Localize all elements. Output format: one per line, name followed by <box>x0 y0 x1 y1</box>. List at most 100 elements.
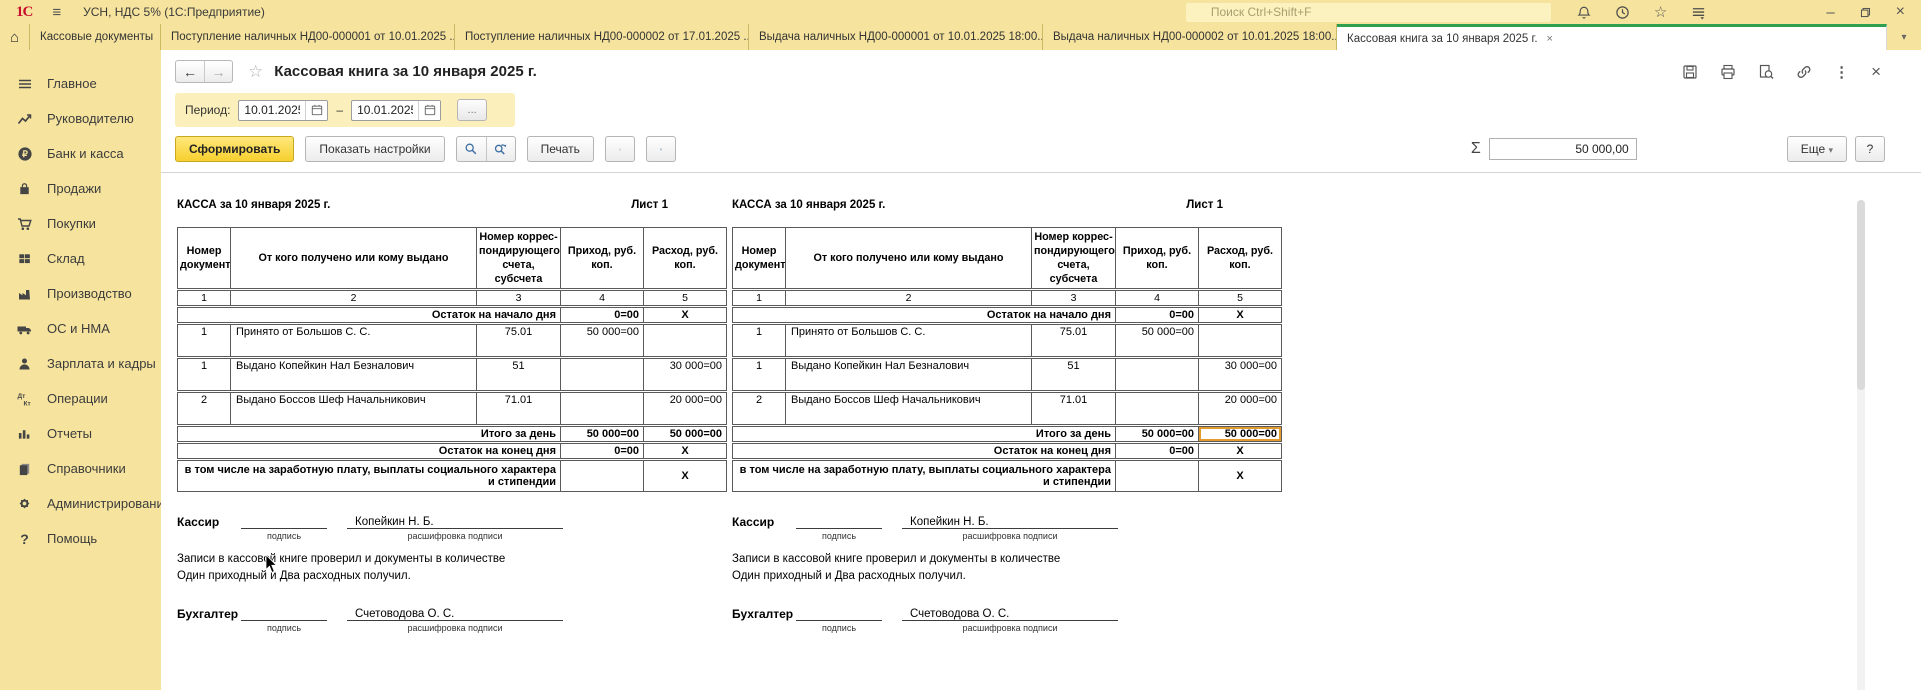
including-label-cell[interactable]: в том числе на заработную плату, выплаты… <box>178 460 561 492</box>
account-cell[interactable]: 51 <box>1032 358 1116 392</box>
doc-number-cell[interactable]: 1 <box>178 358 231 392</box>
expense-cell[interactable]: 30 000=00 <box>1199 358 1282 392</box>
tab-close-icon[interactable]: × <box>1547 33 1553 45</box>
income-cell[interactable]: 50 000=00 <box>1116 324 1199 358</box>
sidebar-item-references[interactable]: Справочники <box>0 451 161 486</box>
period-options-button[interactable]: ... <box>457 99 487 121</box>
col-num[interactable]: 4 <box>1116 290 1199 307</box>
doc-number-cell[interactable]: 1 <box>733 358 786 392</box>
expense-cell[interactable] <box>1199 324 1282 358</box>
sidebar-item-main[interactable]: Главное <box>0 66 161 101</box>
income-cell[interactable] <box>561 392 644 426</box>
opening-label-cell[interactable]: Остаток на начало дня <box>178 307 561 324</box>
col-num[interactable]: 3 <box>1032 290 1116 307</box>
sum-total-field[interactable] <box>1489 138 1637 160</box>
col-doc-number[interactable]: Номер документа <box>733 228 786 290</box>
account-cell[interactable]: 75.01 <box>477 324 561 358</box>
col-counterparty[interactable]: От кого получено или кому выдано <box>231 228 477 290</box>
total-income-cell[interactable]: 50 000=00 <box>561 426 644 443</box>
generate-button[interactable]: Сформировать <box>175 136 294 162</box>
col-num[interactable]: 1 <box>178 290 231 307</box>
total-label-cell[interactable]: Итого за день <box>733 426 1116 443</box>
col-num[interactable]: 5 <box>644 290 727 307</box>
including-label-cell[interactable]: в том числе на заработную плату, выплаты… <box>733 460 1116 492</box>
description-cell[interactable]: Принято от Большов С. С. <box>231 324 477 358</box>
col-doc-number[interactable]: Номер документа <box>178 228 231 290</box>
vertical-scrollbar[interactable] <box>1857 200 1865 690</box>
close-document-icon[interactable]: × <box>1871 62 1881 82</box>
income-cell[interactable]: 50 000=00 <box>561 324 644 358</box>
sidebar-item-reports[interactable]: Отчеты <box>0 416 161 451</box>
calendar-icon[interactable] <box>305 100 327 121</box>
col-num[interactable]: 2 <box>786 290 1032 307</box>
including-income-cell[interactable] <box>561 460 644 492</box>
sidebar-item-administration[interactable]: Администрирование <box>0 486 161 521</box>
link-icon[interactable] <box>1796 64 1812 80</box>
sidebar-item-bank-cash[interactable]: ₽ Банк и касса <box>0 136 161 171</box>
col-expense[interactable]: Расход, руб. коп. <box>1199 228 1282 290</box>
notifications-bell-icon[interactable] <box>1577 5 1591 20</box>
doc-number-cell[interactable]: 2 <box>178 392 231 426</box>
description-cell[interactable]: Выдано Боссов Шеф Начальникович <box>786 392 1032 426</box>
closing-expense-cell[interactable]: X <box>1199 443 1282 460</box>
doc-number-cell[interactable]: 1 <box>733 324 786 358</box>
doc-number-cell[interactable]: 1 <box>178 324 231 358</box>
preview-icon[interactable] <box>1758 64 1774 80</box>
including-income-cell[interactable] <box>1116 460 1199 492</box>
expense-cell[interactable]: 20 000=00 <box>644 392 727 426</box>
col-income[interactable]: Приход, руб. коп. <box>561 228 644 290</box>
calendar-icon[interactable] <box>418 100 440 121</box>
closing-income-cell[interactable]: 0=00 <box>561 443 644 460</box>
find-next-icon[interactable] <box>486 137 515 161</box>
history-icon[interactable] <box>1615 5 1630 20</box>
scrollbar-thumb[interactable] <box>1857 200 1865 390</box>
close-window-icon[interactable]: × <box>1896 4 1905 20</box>
tab-cash-issue-2[interactable]: Выдача наличных НД00-000002 от 10.01.202… <box>1043 24 1337 50</box>
show-settings-button[interactable]: Показать настройки <box>305 136 444 162</box>
account-cell[interactable]: 71.01 <box>1032 392 1116 426</box>
print-button[interactable]: Печать <box>527 136 594 162</box>
tab-cash-receipt-2[interactable]: Поступление наличных НД00-000002 от 17.0… <box>455 24 749 50</box>
opening-expense-cell[interactable]: X <box>644 307 727 324</box>
back-button[interactable]: ← <box>176 61 204 82</box>
find-icon[interactable] <box>457 137 486 161</box>
opening-expense-cell[interactable]: X <box>1199 307 1282 324</box>
favorite-star-icon[interactable]: ☆ <box>248 62 263 82</box>
tab-list-dropdown[interactable]: ▾ <box>1887 24 1921 50</box>
col-num[interactable]: 2 <box>231 290 477 307</box>
description-cell[interactable]: Принято от Большов С. С. <box>786 324 1032 358</box>
total-label-cell[interactable]: Итого за день <box>178 426 561 443</box>
search-input[interactable] <box>1211 5 1545 19</box>
description-cell[interactable]: Выдано Боссов Шеф Начальникович <box>231 392 477 426</box>
sidebar-item-sales[interactable]: Продажи <box>0 171 161 206</box>
sidebar-item-purchases[interactable]: Покупки <box>0 206 161 241</box>
income-cell[interactable] <box>1116 392 1199 426</box>
sidebar-item-operations[interactable]: ДтКт Операции <box>0 381 161 416</box>
total-expense-cell[interactable]: 50 000=00 <box>1199 426 1282 443</box>
save-report-button[interactable] <box>646 136 676 162</box>
period-to-input[interactable] <box>352 103 418 117</box>
col-num[interactable]: 4 <box>561 290 644 307</box>
minimize-icon[interactable]: – <box>1826 5 1834 20</box>
doc-number-cell[interactable]: 2 <box>733 392 786 426</box>
closing-expense-cell[interactable]: X <box>644 443 727 460</box>
service-menu-icon[interactable] <box>1691 5 1706 20</box>
favorites-star-icon[interactable]: ☆ <box>1654 5 1667 20</box>
total-expense-cell[interactable]: 50 000=00 <box>644 426 727 443</box>
tab-cash-receipt-1[interactable]: Поступление наличных НД00-000001 от 10.0… <box>161 24 455 50</box>
expense-cell[interactable]: 30 000=00 <box>644 358 727 392</box>
total-income-cell[interactable]: 50 000=00 <box>1116 426 1199 443</box>
including-expense-cell[interactable]: X <box>1199 460 1282 492</box>
account-cell[interactable]: 51 <box>477 358 561 392</box>
closing-label-cell[interactable]: Остаток на конец дня <box>178 443 561 460</box>
closing-label-cell[interactable]: Остаток на конец дня <box>733 443 1116 460</box>
closing-income-cell[interactable]: 0=00 <box>1116 443 1199 460</box>
description-cell[interactable]: Выдано Копейкин Нал Безналович <box>231 358 477 392</box>
main-menu-icon[interactable]: ≡ <box>52 4 61 21</box>
sidebar-item-warehouse[interactable]: Склад <box>0 241 161 276</box>
sidebar-item-fixed-assets[interactable]: ОС и НМА <box>0 311 161 346</box>
col-counterparty[interactable]: От кого получено или кому выдано <box>786 228 1032 290</box>
tab-cash-issue-1[interactable]: Выдача наличных НД00-000001 от 10.01.202… <box>749 24 1043 50</box>
home-tab[interactable]: ⌂ <box>0 24 30 50</box>
sidebar-item-manager[interactable]: Руководителю <box>0 101 161 136</box>
